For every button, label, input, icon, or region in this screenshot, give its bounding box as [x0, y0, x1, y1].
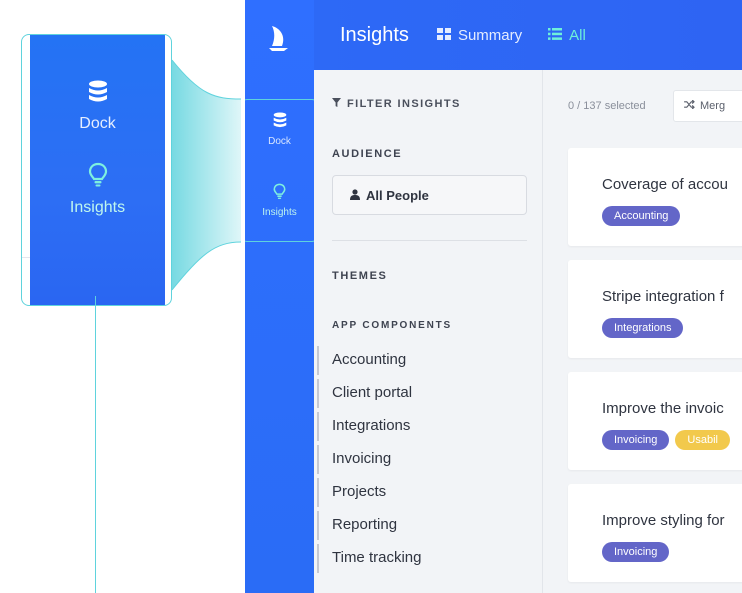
zoom-insights-item: Insights: [30, 162, 165, 217]
selection-count: 0 / 137 selected: [568, 100, 646, 112]
app-components-list: Accounting Client portal Integrations In…: [314, 346, 543, 577]
insight-card-title: Coverage of accou: [602, 176, 728, 193]
callout-pointer-line: [95, 296, 96, 593]
tab-all-label: All: [569, 26, 586, 44]
zoom-callout: Dock Insights: [21, 34, 172, 306]
rail-highlight-frame: [245, 99, 318, 242]
insight-card[interactable]: Improve the invoic Invoicing Usabil: [568, 372, 742, 470]
audience-title: AUDIENCE: [332, 148, 403, 160]
app-window: Dock Insights Insights Summary All FILTE…: [245, 0, 742, 593]
component-item-accounting[interactable]: Accounting: [314, 346, 543, 379]
top-bar: Insights Summary All: [314, 0, 742, 70]
audience-selector-label: All People: [366, 187, 429, 203]
grid-icon: [436, 27, 451, 44]
insight-card[interactable]: Coverage of accou Accounting: [568, 148, 742, 246]
filter-divider: [332, 240, 527, 241]
component-item-projects[interactable]: Projects: [314, 478, 543, 511]
page-title: Insights: [340, 23, 409, 46]
insight-card-title: Improve the invoic: [602, 400, 724, 417]
app-logo[interactable]: [266, 24, 292, 57]
component-item-client-portal[interactable]: Client portal: [314, 379, 543, 412]
zoom-dock-label: Dock: [79, 115, 116, 132]
component-item-time-tracking[interactable]: Time tracking: [314, 544, 543, 577]
insight-card-tags: Invoicing Usabil: [602, 430, 736, 450]
component-item-invoicing[interactable]: Invoicing: [314, 445, 543, 478]
tab-all[interactable]: All: [548, 27, 586, 44]
insight-card-tags: Invoicing: [602, 542, 675, 562]
insight-card-tags: Accounting: [602, 206, 686, 226]
list-icon: [548, 27, 563, 44]
tag-badge[interactable]: Accounting: [602, 206, 681, 226]
lightbulb-icon: [30, 162, 165, 193]
merge-button[interactable]: Merg: [673, 90, 742, 122]
filter-panel: FILTER INSIGHTS AUDIENCE All People THEM…: [314, 70, 543, 593]
merge-button-label: Merg: [700, 100, 726, 112]
zoom-rail: Dock Insights: [30, 35, 165, 305]
insight-card-tags: Integrations: [602, 318, 689, 338]
tag-badge[interactable]: Invoicing: [602, 542, 670, 562]
tag-badge[interactable]: Integrations: [602, 318, 684, 338]
themes-title: THEMES: [332, 270, 388, 282]
database-icon: [30, 80, 165, 109]
tag-badge[interactable]: Invoicing: [602, 430, 670, 450]
zoom-background-fragment: [22, 257, 30, 287]
component-item-reporting[interactable]: Reporting: [314, 511, 543, 544]
tab-summary[interactable]: Summary: [436, 26, 523, 44]
tab-summary-label: Summary: [457, 26, 523, 44]
insight-card-title: Improve styling for: [602, 512, 725, 529]
app-components-title: APP COMPONENTS: [332, 320, 453, 331]
person-icon: [350, 188, 360, 203]
zoom-dock-item: Dock: [30, 80, 165, 133]
filter-heading: FILTER INSIGHTS: [332, 98, 461, 110]
zoom-insights-label: Insights: [69, 199, 126, 216]
component-item-integrations[interactable]: Integrations: [314, 412, 543, 445]
tag-badge[interactable]: Usabil: [675, 430, 730, 450]
insight-card-title: Stripe integration f: [602, 288, 724, 305]
insights-list: 0 / 137 selected Merg Coverage of accou …: [543, 70, 742, 593]
insight-card[interactable]: Improve styling for Invoicing: [568, 484, 742, 582]
nav-rail: Dock Insights: [245, 0, 318, 593]
sail-logo-icon: [269, 26, 288, 51]
filter-heading-text: FILTER INSIGHTS: [347, 98, 461, 110]
insight-card[interactable]: Stripe integration f Integrations: [568, 260, 742, 358]
audience-selector-button[interactable]: All People: [332, 175, 527, 215]
shuffle-icon: [684, 99, 695, 112]
filter-funnel-icon: [332, 98, 341, 110]
